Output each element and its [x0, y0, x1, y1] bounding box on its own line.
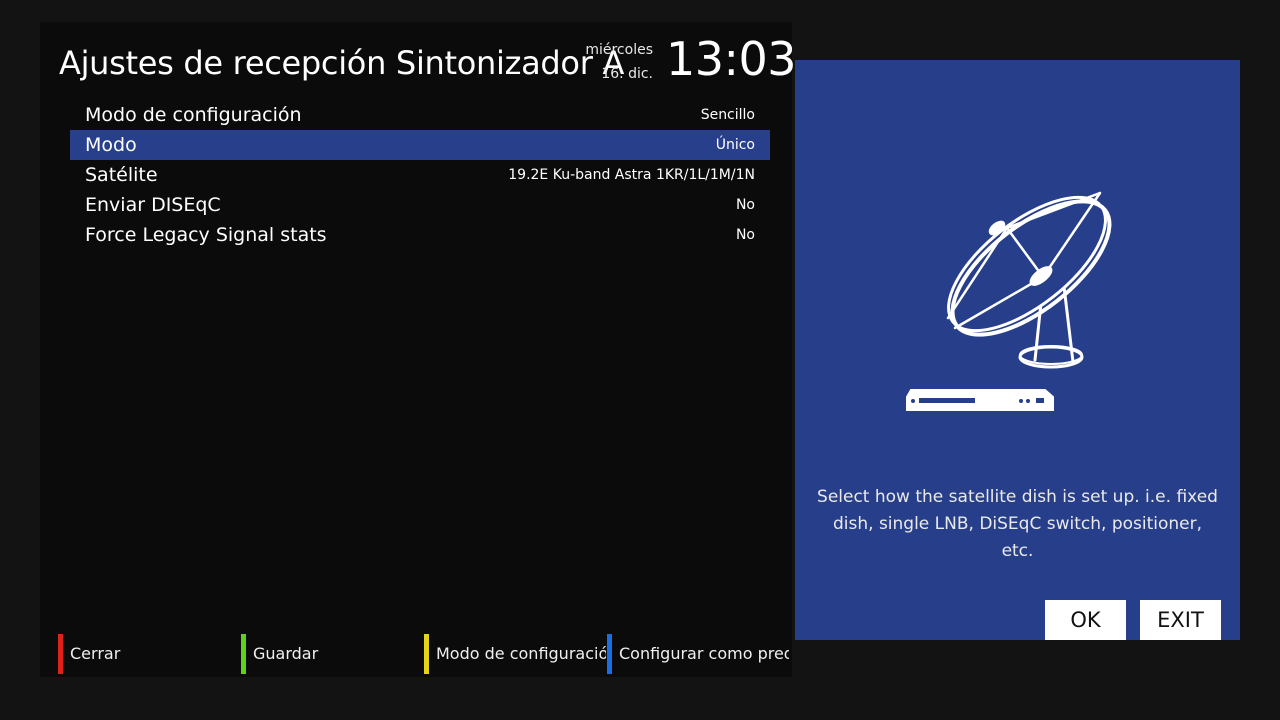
color-button-bar: Cerrar Guardar Modo de configuración Con… [58, 634, 798, 674]
help-panel: Select how the satellite dish is set up.… [795, 60, 1240, 640]
main-panel: Ajustes de recepción Sintonizador A miér… [40, 22, 797, 677]
setting-label: Force Legacy Signal stats [85, 224, 327, 246]
setting-label: Satélite [85, 164, 158, 186]
green-button[interactable]: Guardar [241, 634, 421, 674]
yellow-key-marker [424, 634, 429, 674]
setting-value: No [735, 227, 755, 243]
settings-list: Modo de configuración Sencillo Modo Únic… [70, 100, 770, 250]
date-display: miércoles 16. dic. [575, 38, 653, 86]
green-key-marker [241, 634, 246, 674]
setting-value: No [735, 197, 755, 213]
blue-button[interactable]: Configurar como pred [607, 634, 789, 674]
setting-row-satellite[interactable]: Satélite 19.2E Ku-band Astra 1KR/1L/1M/1… [70, 160, 770, 190]
red-button[interactable]: Cerrar [58, 634, 238, 674]
setting-label: Enviar DISEqC [85, 194, 221, 216]
setting-row-legacy-signal[interactable]: Force Legacy Signal stats No [70, 220, 770, 250]
green-button-label: Guardar [253, 644, 319, 663]
exit-button[interactable]: EXIT [1140, 600, 1221, 640]
setting-value: 19.2E Ku-band Astra 1KR/1L/1M/1N [508, 167, 755, 183]
yellow-button-label: Modo de configuración [436, 644, 606, 663]
satellite-dish-icon [906, 191, 1112, 411]
red-key-marker [58, 634, 63, 674]
red-button-label: Cerrar [70, 644, 121, 663]
setting-value: Único [715, 137, 755, 153]
help-description: Select how the satellite dish is set up.… [817, 487, 1218, 561]
screen: Ajustes de recepción Sintonizador A miér… [0, 0, 1280, 720]
setting-row-send-diseqc[interactable]: Enviar DISEqC No [70, 190, 770, 220]
setting-value: Sencillo [700, 107, 755, 123]
setting-label: Modo [85, 134, 137, 156]
page-title: Ajustes de recepción Sintonizador A [59, 44, 625, 82]
setting-row-mode[interactable]: Modo Único [70, 130, 770, 160]
yellow-button[interactable]: Modo de configuración [424, 634, 606, 674]
blue-key-marker [607, 634, 612, 674]
setting-label: Modo de configuración [85, 104, 302, 126]
clock: 13:03 [666, 32, 797, 86]
date-label: 16. dic. [601, 66, 653, 82]
ok-button[interactable]: OK [1045, 600, 1126, 640]
setting-row-config-mode[interactable]: Modo de configuración Sencillo [70, 100, 770, 130]
blue-button-label: Configurar como pred [619, 644, 789, 663]
weekday-label: miércoles [585, 42, 653, 58]
